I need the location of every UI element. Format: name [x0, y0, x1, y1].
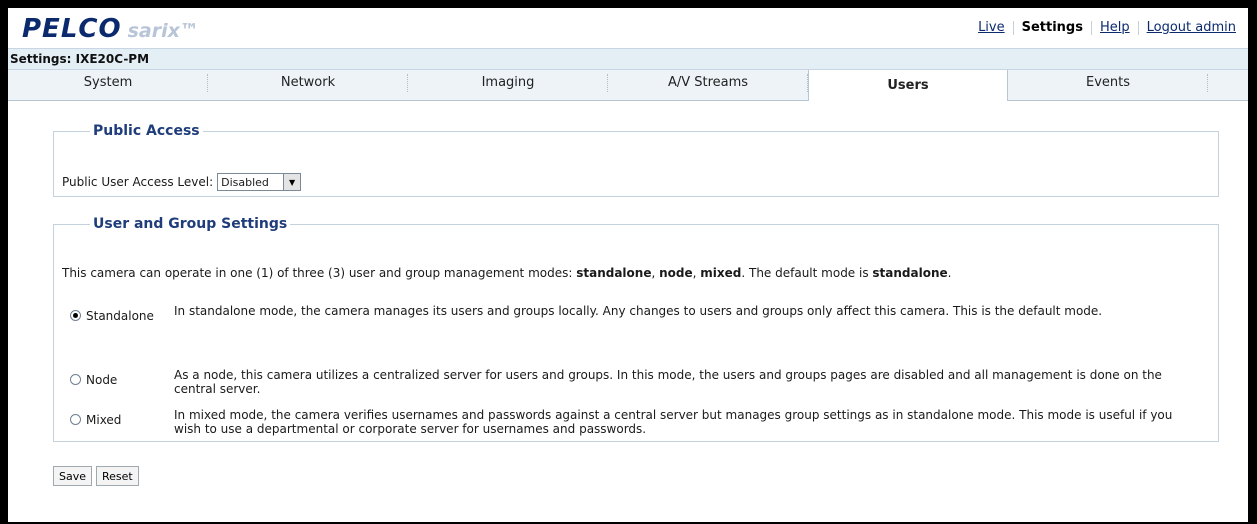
tab-network[interactable]: Network	[208, 70, 408, 100]
form-actions: Save Reset	[53, 466, 139, 486]
nav-divider	[1012, 20, 1014, 35]
intro-text: .	[947, 266, 952, 280]
intro-separator: ,	[651, 266, 660, 280]
save-button[interactable]: Save	[53, 466, 93, 486]
access-level-select[interactable]: Disabled ▼	[217, 173, 302, 191]
public-access-section: Public Access Public User Access Level: …	[53, 123, 1219, 197]
radio-label: Standalone	[86, 309, 154, 323]
tab-imaging[interactable]: Imaging	[408, 70, 608, 100]
mode-description: As a node, this camera utilizes a centra…	[174, 368, 1162, 396]
product-name: sarix™	[127, 20, 199, 42]
section-title: Public Access	[93, 123, 200, 139]
reset-button[interactable]: Reset	[96, 466, 139, 486]
radio-checked-icon[interactable]	[70, 310, 81, 321]
mode-row-mixed: Mixed In mixed mode, the camera verifies…	[70, 408, 1220, 436]
radio-label: Node	[86, 373, 118, 387]
section-title: User and Group Settings	[93, 216, 288, 232]
public-access-row: Public User Access Level: Disabled ▼	[62, 173, 302, 191]
nav-divider	[1090, 20, 1092, 35]
page-title: Settings: IXE20C-PM	[8, 48, 1248, 69]
tab-av-streams[interactable]: A/V Streams	[608, 70, 808, 100]
mode-row-standalone: Standalone In standalone mode, the camer…	[70, 304, 1220, 323]
pelco-logo: PELCO sarix™	[22, 14, 199, 44]
mixed-radio[interactable]: Mixed	[70, 408, 174, 436]
mode-description: In mixed mode, the camera verifies usern…	[174, 408, 1173, 436]
help-link[interactable]: Help	[1100, 20, 1130, 35]
tab-system[interactable]: System	[8, 70, 208, 100]
tab-users[interactable]: Users	[808, 70, 1008, 101]
live-link[interactable]: Live	[978, 20, 1005, 35]
mode-node-term: node	[659, 266, 693, 280]
mode-row-node: Node As a node, this camera utilizes a c…	[70, 368, 1220, 396]
radio-unchecked-icon[interactable]	[70, 374, 81, 385]
mode-description: In standalone mode, the camera manages i…	[174, 304, 1103, 318]
top-nav: Live Settings Help Logout admin	[978, 20, 1236, 35]
node-radio[interactable]: Node	[70, 368, 174, 396]
dropdown-arrow-icon[interactable]: ▼	[283, 174, 301, 190]
settings-tabs: System Network Imaging A/V Streams Users…	[8, 69, 1248, 101]
settings-link[interactable]: Settings	[1022, 20, 1083, 35]
logout-link[interactable]: Logout admin	[1147, 20, 1236, 35]
select-value: Disabled	[221, 175, 269, 189]
header: PELCO sarix™ Live Settings Help Logout a…	[8, 8, 1248, 48]
tab-events[interactable]: Events	[1008, 70, 1208, 100]
standalone-radio[interactable]: Standalone	[70, 304, 174, 323]
intro-text: This camera can operate in one (1) of th…	[62, 266, 577, 280]
nav-divider	[1137, 20, 1139, 35]
mode-mixed-term: mixed	[700, 266, 742, 280]
user-group-section: User and Group Settings This camera can …	[53, 216, 1219, 442]
radio-unchecked-icon[interactable]	[70, 414, 81, 425]
access-level-label: Public User Access Level:	[62, 175, 214, 189]
intro-text: . The default mode is	[741, 266, 873, 280]
logo-text: PELCO	[22, 14, 122, 44]
default-mode-term: standalone	[872, 266, 948, 280]
radio-label: Mixed	[86, 413, 122, 427]
browser-page: PELCO sarix™ Live Settings Help Logout a…	[8, 8, 1248, 522]
mode-standalone-term: standalone	[576, 266, 652, 280]
mode-intro-text: This camera can operate in one (1) of th…	[62, 266, 1212, 280]
